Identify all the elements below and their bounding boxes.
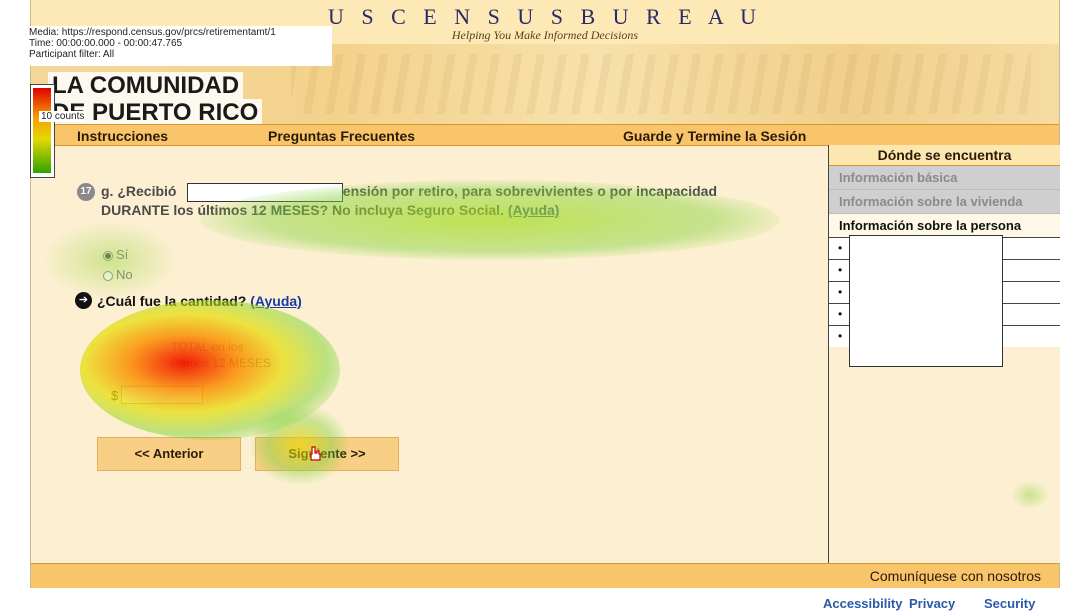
option-no[interactable]: No — [103, 267, 133, 282]
participant-filter: Participant filter: All — [29, 49, 115, 60]
banner-texture — [291, 54, 1031, 114]
sidebar-item-informacion-vivienda[interactable]: Información sobre la vivienda — [829, 190, 1060, 214]
nav-preguntas-frecuentes[interactable]: Preguntas Frecuentes — [268, 128, 415, 144]
amount-input[interactable] — [121, 386, 203, 404]
dollar-sign: $ — [111, 388, 119, 403]
heatmap-legend-gradient — [33, 88, 51, 173]
media-url: Media: https://respond.census.gov/prcs/r… — [29, 27, 276, 38]
period-label: TOTAL en los últimos 12 MESES — [171, 339, 271, 371]
next-button[interactable]: Siguiente >> — [255, 437, 399, 471]
option-yes[interactable]: Sí — [103, 247, 128, 262]
sidebar-person-list: • • • • • — [829, 235, 1060, 367]
heatmap-legend — [30, 84, 55, 178]
privacy-link[interactable]: Privacy — [909, 596, 955, 611]
radio-yes[interactable] — [103, 250, 113, 261]
census-brand: U S C E N S U S B U R E A U — [327, 4, 762, 29]
redacted-names — [849, 235, 1003, 367]
recording-info: Media: https://respond.census.gov/prcs/r… — [26, 26, 332, 66]
bullet-icon: • — [838, 285, 843, 299]
question-text-start: g. ¿Recibió — [101, 183, 177, 199]
heatmap-legend-label: 10 counts — [39, 111, 87, 122]
radio-no[interactable] — [103, 270, 113, 281]
period-line2: últimos 12 MESES — [171, 356, 272, 370]
progress-sidebar: Dónde se encuentra Información básica In… — [828, 145, 1060, 563]
redacted-text — [187, 183, 343, 202]
bullet-icon: • — [838, 241, 843, 255]
census-survey-frame: U S C E N S U S B U R E A U Helping You … — [30, 0, 1060, 588]
option-yes-label: Sí — [116, 247, 129, 262]
question-content: 17 g. ¿Recibió pensión por retiro, para … — [31, 145, 828, 563]
footer-bar: Comuníquese con nosotros — [31, 563, 1059, 588]
security-link[interactable]: Security — [984, 596, 1035, 611]
question-help-link[interactable]: (Ayuda) — [508, 202, 560, 218]
option-no-label: No — [116, 267, 133, 282]
previous-button[interactable]: << Anterior — [97, 437, 241, 471]
question-number-badge: 17 — [77, 183, 95, 201]
amount-question: ¿Cuál fue la cantidad? (Ayuda) — [97, 293, 302, 309]
sidebar-title: Dónde se encuentra — [829, 145, 1060, 166]
hand-cursor-icon — [310, 446, 321, 461]
accessibility-link[interactable]: Accessibility — [823, 596, 903, 611]
amount-help-link[interactable]: (Ayuda) — [250, 293, 302, 309]
period-line1: TOTAL en los — [171, 340, 244, 354]
sidebar-item-informacion-persona[interactable]: Información sobre la persona — [829, 214, 1060, 237]
time-range: Time: 00:00:00.000 - 00:00:47.765 — [29, 38, 183, 49]
arrow-right-icon: ➔ — [75, 292, 92, 309]
contact-link[interactable]: Comuníquese con nosotros — [870, 568, 1041, 584]
amount-question-label: ¿Cuál fue la cantidad? — [97, 293, 247, 309]
nav-instrucciones[interactable]: Instrucciones — [77, 128, 168, 144]
bullet-icon: • — [838, 329, 843, 343]
sidebar-item-informacion-basica[interactable]: Información básica — [829, 166, 1060, 190]
nav-bar: Instrucciones Preguntas Frecuentes Guard… — [31, 124, 1059, 146]
nav-guarde-termine[interactable]: Guarde y Termine la Sesión — [623, 128, 806, 144]
bullet-icon: • — [838, 307, 843, 321]
bullet-icon: • — [838, 263, 843, 277]
banner-title-line1: LA COMUNIDAD — [48, 72, 244, 99]
